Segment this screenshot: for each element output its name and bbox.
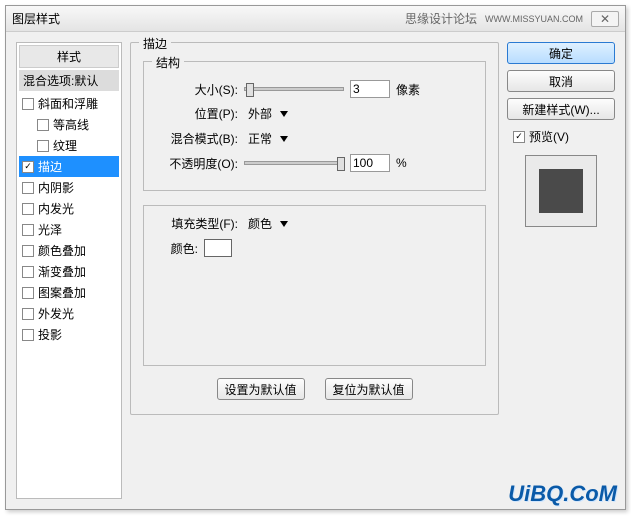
opacity-row: 不透明度(O): %	[154, 154, 475, 172]
style-item-4[interactable]: 内阴影	[19, 177, 119, 198]
style-label: 描边	[38, 158, 62, 175]
opacity-input[interactable]	[350, 154, 390, 172]
blendmode-label: 混合模式(B):	[154, 130, 238, 147]
style-label: 渐变叠加	[38, 263, 86, 280]
opacity-label: 不透明度(O):	[154, 155, 238, 172]
filltype-row: 填充类型(F): 颜色	[154, 214, 475, 233]
preview-checkbox[interactable]: ✓	[513, 131, 525, 143]
opacity-slider[interactable]	[244, 161, 344, 165]
chevron-down-icon	[280, 111, 288, 117]
style-item-2[interactable]: 纹理	[19, 135, 119, 156]
blendmode-row: 混合模式(B): 正常	[154, 129, 475, 148]
preview-swatch	[525, 155, 597, 227]
cancel-button[interactable]: 取消	[507, 70, 615, 92]
preview-label: 预览(V)	[529, 128, 569, 145]
chevron-down-icon	[280, 136, 288, 142]
preview-checkbox-row[interactable]: ✓ 预览(V)	[513, 128, 615, 145]
style-item-5[interactable]: 内发光	[19, 198, 119, 219]
position-row: 位置(P): 外部	[154, 104, 475, 123]
size-input[interactable]	[350, 80, 390, 98]
reset-default-button[interactable]: 复位为默认值	[325, 378, 413, 400]
size-label: 大小(S):	[154, 81, 238, 98]
style-checkbox[interactable]	[37, 140, 49, 152]
ok-button[interactable]: 确定	[507, 42, 615, 64]
structure-title: 结构	[152, 54, 184, 71]
style-item-11[interactable]: 投影	[19, 324, 119, 345]
style-checkbox[interactable]	[22, 224, 34, 236]
style-label: 内发光	[38, 200, 74, 217]
side-buttons: 确定 取消 新建样式(W)... ✓ 预览(V)	[507, 42, 615, 499]
stroke-fieldset: 描边 结构 大小(S): 像素 位置(P): 外部	[130, 42, 499, 415]
style-item-0[interactable]: 斜面和浮雕	[19, 93, 119, 114]
style-checkbox[interactable]	[22, 245, 34, 257]
titlebar-right: 思缘设计论坛 WWW.MISSYUAN.COM ✕	[405, 10, 619, 27]
structure-fieldset: 结构 大小(S): 像素 位置(P): 外部	[143, 61, 486, 191]
size-unit: 像素	[396, 81, 420, 98]
filltype-label: 填充类型(F):	[154, 215, 238, 232]
position-select[interactable]: 外部	[244, 104, 288, 123]
color-row: 颜色:	[154, 239, 475, 257]
style-item-10[interactable]: 外发光	[19, 303, 119, 324]
size-slider[interactable]	[244, 87, 344, 91]
titlebar: 图层样式 思缘设计论坛 WWW.MISSYUAN.COM ✕	[6, 6, 625, 32]
fill-fieldset: 填充类型(F): 颜色 颜色:	[143, 205, 486, 366]
chevron-down-icon	[280, 221, 288, 227]
main-panel: 描边 结构 大小(S): 像素 位置(P): 外部	[130, 42, 499, 499]
style-checkbox[interactable]	[22, 266, 34, 278]
window-title: 图层样式	[12, 10, 60, 27]
style-checkbox[interactable]	[22, 98, 34, 110]
default-buttons: 设置为默认值 复位为默认值	[143, 378, 486, 400]
style-label: 纹理	[53, 137, 77, 154]
opacity-unit: %	[396, 156, 407, 170]
style-item-7[interactable]: 颜色叠加	[19, 240, 119, 261]
style-label: 等高线	[53, 116, 89, 133]
style-checkbox[interactable]: ✓	[22, 161, 34, 173]
set-default-button[interactable]: 设置为默认值	[217, 378, 305, 400]
blendmode-select[interactable]: 正常	[244, 129, 288, 148]
style-checkbox[interactable]	[37, 119, 49, 131]
brand-url: WWW.MISSYUAN.COM	[485, 14, 583, 24]
style-item-8[interactable]: 渐变叠加	[19, 261, 119, 282]
position-label: 位置(P):	[154, 105, 238, 122]
style-checkbox[interactable]	[22, 287, 34, 299]
styles-header[interactable]: 样式	[19, 45, 119, 68]
size-row: 大小(S): 像素	[154, 80, 475, 98]
color-swatch[interactable]	[204, 239, 232, 257]
style-label: 颜色叠加	[38, 242, 86, 259]
dialog-body: 样式 混合选项:默认 斜面和浮雕等高线纹理 ✓ 描边内阴影内发光光泽颜色叠加渐变叠加…	[6, 32, 625, 509]
stroke-title: 描边	[139, 35, 171, 52]
layer-style-dialog: 图层样式 思缘设计论坛 WWW.MISSYUAN.COM ✕ 样式 混合选项:默…	[5, 5, 626, 510]
style-item-6[interactable]: 光泽	[19, 219, 119, 240]
style-label: 外发光	[38, 305, 74, 322]
style-label: 图案叠加	[38, 284, 86, 301]
filltype-select[interactable]: 颜色	[244, 214, 288, 233]
style-label: 内阴影	[38, 179, 74, 196]
color-label: 颜色:	[154, 240, 198, 257]
preview-inner	[539, 169, 583, 213]
style-checkbox[interactable]	[22, 203, 34, 215]
style-checkbox[interactable]	[22, 329, 34, 341]
blend-options[interactable]: 混合选项:默认	[19, 70, 119, 91]
style-label: 斜面和浮雕	[38, 95, 98, 112]
style-checkbox[interactable]	[22, 182, 34, 194]
close-icon[interactable]: ✕	[591, 11, 619, 27]
style-checkbox[interactable]	[22, 308, 34, 320]
brand-text: 思缘设计论坛	[405, 10, 477, 27]
style-item-3[interactable]: ✓ 描边	[19, 156, 119, 177]
style-item-1[interactable]: 等高线	[19, 114, 119, 135]
styles-panel: 样式 混合选项:默认 斜面和浮雕等高线纹理 ✓ 描边内阴影内发光光泽颜色叠加渐变叠加…	[16, 42, 122, 499]
new-style-button[interactable]: 新建样式(W)...	[507, 98, 615, 120]
style-label: 光泽	[38, 221, 62, 238]
style-item-9[interactable]: 图案叠加	[19, 282, 119, 303]
style-label: 投影	[38, 326, 62, 343]
